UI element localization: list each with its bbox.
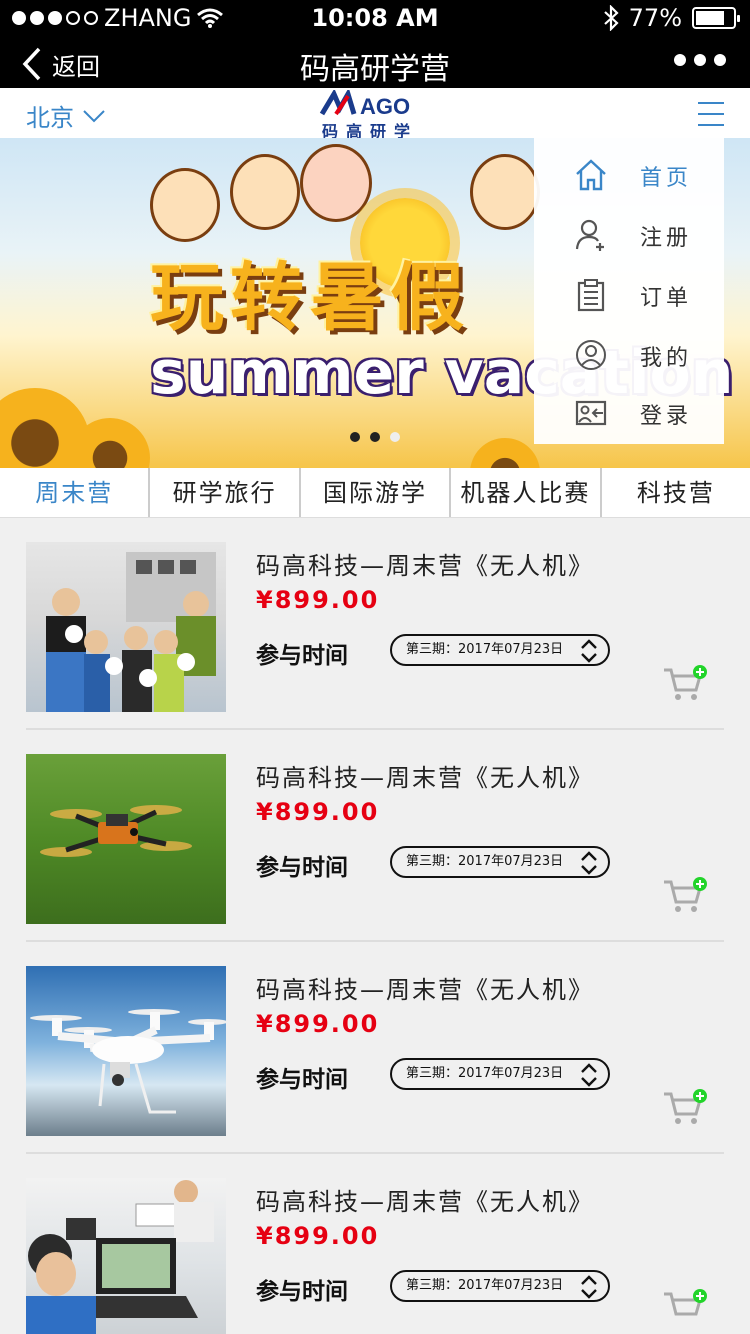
menu-item-mine[interactable]: 我的 — [534, 330, 724, 380]
more-dot — [674, 54, 686, 66]
menu-item-label: 订单 — [640, 286, 693, 311]
kids-with-drones-photo — [46, 552, 216, 712]
chevron-down-icon — [83, 109, 105, 122]
chevron-up-down-icon — [581, 1063, 597, 1087]
kids-at-laptops-photo — [26, 1180, 214, 1334]
app-header: 北京 AGO 码高研学 — [0, 87, 750, 141]
profile-icon — [576, 340, 606, 370]
banner-pager[interactable] — [350, 432, 400, 442]
home-icon — [576, 159, 606, 191]
product-title[interactable]: 码高科技—周末营《无人机》 — [256, 758, 594, 793]
product-card[interactable]: 码高科技—周末营《无人机》 ¥899.00 参与时间 第三期：2017年07月2… — [26, 518, 724, 730]
menu-item-orders[interactable]: 订单 — [534, 270, 724, 320]
add-to-cart-icon[interactable] — [662, 1088, 708, 1128]
product-title[interactable]: 码高科技—周末营《无人机》 — [256, 1182, 594, 1217]
tab-tech-camp[interactable]: 科技营 — [602, 468, 750, 517]
hamburger-bar — [698, 102, 724, 104]
product-price: ¥899.00 — [256, 586, 380, 614]
participation-time-label: 参与时间 — [256, 1279, 348, 1305]
page-title: 码高研学营 — [300, 52, 450, 87]
product-card[interactable]: 码高科技—周末营《无人机》 ¥899.00 参与时间 第三期：2017年07月2… — [26, 730, 724, 942]
participation-time-label: 参与时间 — [256, 1067, 348, 1093]
session-select[interactable]: 第三期：2017年07月23日 — [390, 846, 610, 878]
product-image[interactable] — [26, 542, 226, 712]
racing-drone-photo — [40, 805, 192, 857]
session-select[interactable]: 第三期：2017年07月23日 — [390, 634, 610, 666]
session-value: 第三期：2017年07月23日 — [406, 854, 564, 869]
more-dot — [714, 54, 726, 66]
logo-mark-icon: AGO — [319, 87, 410, 119]
bluetooth-icon — [603, 5, 619, 31]
pager-dot[interactable] — [390, 432, 400, 442]
category-tabs: 周末营 研学旅行 国际游学 机器人比赛 科技营 — [0, 468, 750, 518]
participation-time-label: 参与时间 — [256, 855, 348, 881]
chevron-up-down-icon — [581, 1275, 597, 1299]
participation-time-label: 参与时间 — [256, 643, 348, 669]
dropdown-menu: 首页 注册 订单 我的 登录 — [534, 138, 724, 444]
product-price: ¥899.00 — [256, 1222, 380, 1250]
menu-toggle-button[interactable] — [698, 102, 724, 126]
cartoon-kid — [230, 154, 300, 230]
cartoon-kid — [470, 154, 540, 230]
product-price: ¥899.00 — [256, 798, 380, 826]
status-bar: ZHANG 10:08 AM 77% — [0, 0, 750, 40]
tab-study-tour[interactable]: 研学旅行 — [150, 468, 301, 517]
hamburger-bar — [698, 124, 724, 126]
nav-bar: 返回 码高研学营 — [0, 40, 750, 88]
product-card[interactable]: 码高科技—周末营《无人机》 ¥899.00 参与时间 第三期：2017年07月2… — [26, 1154, 724, 1334]
menu-item-label: 注册 — [640, 226, 693, 251]
menu-item-register[interactable]: 注册 — [534, 210, 724, 260]
cartoon-kid — [300, 144, 372, 222]
product-image[interactable] — [26, 966, 226, 1136]
product-image[interactable] — [26, 1178, 226, 1334]
hamburger-bar — [698, 113, 724, 115]
session-select[interactable]: 第三期：2017年07月23日 — [390, 1058, 610, 1090]
product-price: ¥899.00 — [256, 1010, 380, 1038]
brand-logo: AGO 码高研学 — [318, 87, 432, 141]
tab-weekend-camp[interactable]: 周末营 — [0, 468, 151, 517]
city-selector[interactable]: 北京 — [26, 98, 106, 133]
cartoon-kid — [150, 168, 220, 242]
product-card[interactable]: 码高科技—周末营《无人机》 ¥899.00 参与时间 第三期：2017年07月2… — [26, 942, 724, 1154]
session-value: 第三期：2017年07月23日 — [406, 1066, 564, 1081]
city-label: 北京 — [26, 104, 74, 132]
chevron-up-down-icon — [581, 851, 597, 875]
tab-robot-competition[interactable]: 机器人比赛 — [451, 468, 602, 517]
status-right: 77% — [603, 4, 740, 32]
more-dot — [694, 54, 706, 66]
menu-item-label: 我的 — [640, 346, 693, 371]
logo-mark-text: AGO — [360, 94, 410, 119]
battery-percent: 77% — [628, 4, 682, 32]
tab-international-study[interactable]: 国际游学 — [301, 468, 452, 517]
session-value: 第三期：2017年07月23日 — [406, 642, 564, 657]
product-image[interactable] — [26, 754, 226, 924]
add-to-cart-icon[interactable] — [662, 664, 708, 704]
banner-headline: 玩转暑假 — [150, 255, 470, 341]
add-to-cart-icon[interactable] — [662, 1288, 708, 1328]
menu-item-home[interactable]: 首页 — [534, 150, 724, 200]
sunflower-decoration — [470, 438, 540, 468]
menu-item-label: 登录 — [640, 404, 693, 429]
pager-dot[interactable] — [370, 432, 380, 442]
session-value: 第三期：2017年07月23日 — [406, 1278, 564, 1293]
white-quadcopter-photo — [30, 1009, 226, 1114]
menu-item-login[interactable]: 登录 — [534, 388, 724, 438]
user-add-icon — [575, 219, 604, 251]
pager-dot[interactable] — [350, 432, 360, 442]
session-select[interactable]: 第三期：2017年07月23日 — [390, 1270, 610, 1302]
product-title[interactable]: 码高科技—周末营《无人机》 — [256, 970, 594, 1005]
battery-icon — [692, 7, 740, 29]
menu-item-label: 首页 — [640, 166, 693, 191]
product-title[interactable]: 码高科技—周末营《无人机》 — [256, 546, 594, 581]
login-icon — [575, 400, 607, 426]
add-to-cart-icon[interactable] — [662, 876, 708, 916]
chevron-up-down-icon — [581, 639, 597, 663]
more-button[interactable] — [674, 54, 726, 66]
clipboard-icon — [577, 279, 605, 312]
